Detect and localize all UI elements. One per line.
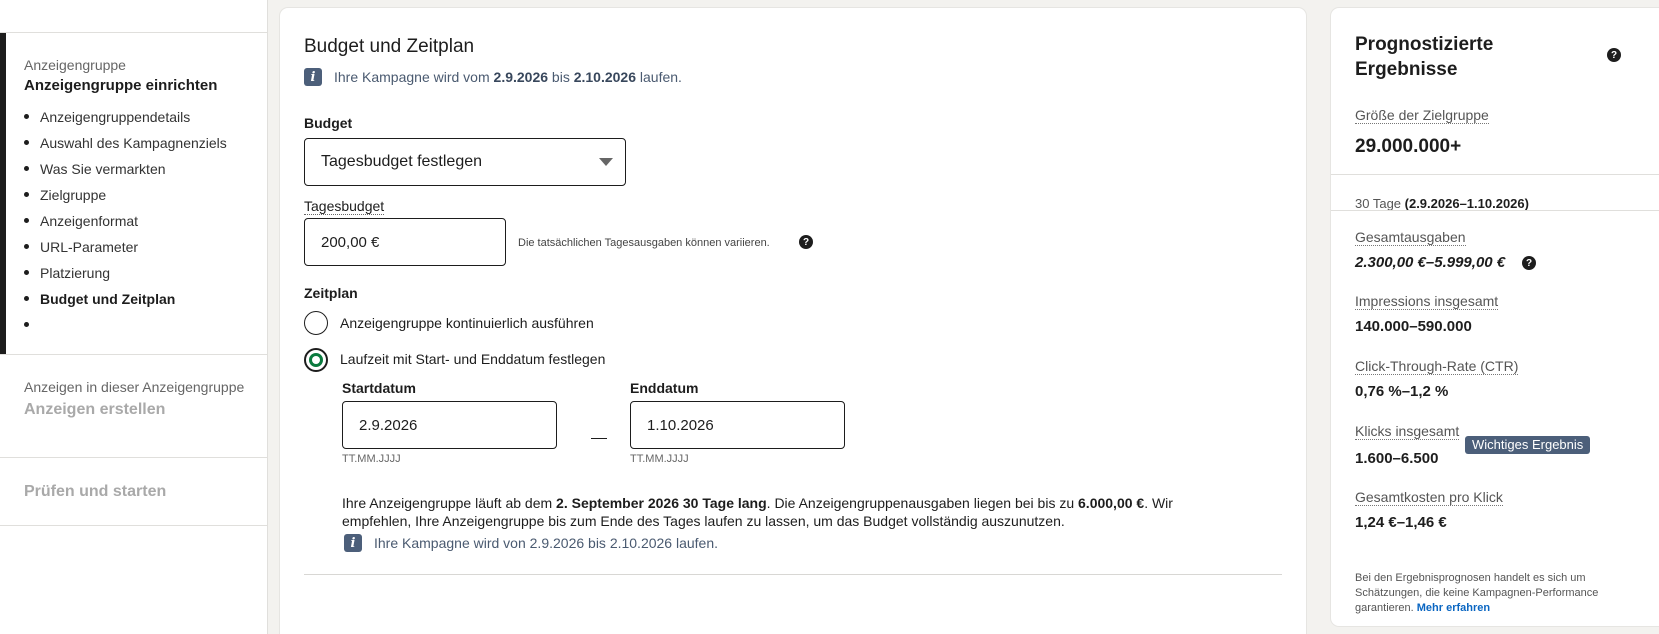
radio-date-range[interactable]	[304, 348, 328, 372]
divider	[1331, 210, 1659, 211]
clicks-value: 1.600–6.500	[1355, 450, 1439, 467]
ctr-label: Click-Through-Rate (CTR)	[1355, 358, 1519, 375]
sidebar-group-ads: Anzeigen in dieser Anzeigengruppe Anzeig…	[0, 354, 268, 457]
sidebar-item-promotion[interactable]: Was Sie vermarkten	[24, 159, 227, 185]
sidebar-item-audience[interactable]: Zielgruppe	[24, 185, 227, 211]
end-date-input[interactable]: 1.10.2026	[630, 401, 845, 449]
budget-label: Budget	[304, 115, 353, 131]
campaign-info-banner: i Ihre Kampagne wird vom 2.9.2026 bis 2.…	[304, 68, 682, 86]
schedule-description: Ihre Anzeigengruppe läuft ab dem 2. Sept…	[342, 495, 1173, 529]
sidebar-group-setup: Anzeigengruppe Anzeigengruppe einrichten…	[0, 32, 268, 355]
sidebar-item-empty	[24, 315, 227, 341]
end-date-label: Enddatum	[630, 380, 699, 396]
divider	[1331, 174, 1659, 175]
sidebar-item-placement[interactable]: Platzierung	[24, 263, 227, 289]
cpc-label: Gesamtkosten pro Klick	[1355, 489, 1503, 506]
campaign-info-text: Ihre Kampagne wird von 2.9.2026 bis 2.10…	[374, 535, 719, 551]
start-date-format: TT.MM.JJJJ	[342, 453, 401, 465]
sidebar-group-title: Prüfen und starten	[24, 483, 167, 500]
forecast-title: Prognostizierte Ergebnisse	[1355, 34, 1494, 80]
sidebar-item-format[interactable]: Anzeigenformat	[24, 211, 227, 237]
section-divider	[304, 574, 1282, 575]
ctr-value: 0,76 %–1,2 %	[1355, 383, 1449, 400]
help-icon[interactable]: ?	[1522, 256, 1536, 270]
start-date-input[interactable]: 2.9.2026	[342, 401, 557, 449]
sidebar-group-eyebrow: Anzeigen in dieser Anzeigengruppe	[24, 379, 245, 395]
info-icon: i	[304, 68, 322, 86]
help-icon[interactable]: ?	[799, 235, 813, 249]
audience-size-label: Größe der Zielgruppe	[1355, 107, 1489, 124]
daily-budget-label: Tagesbudget	[304, 198, 385, 215]
chevron-down-icon	[599, 158, 613, 166]
radio-continuous-label[interactable]: Anzeigengruppe kontinuierlich ausführen	[340, 315, 594, 331]
forecast-disclaimer: Bei den Ergebnisprognosen handelt es sic…	[1355, 572, 1599, 614]
sidebar-group-title[interactable]: Anzeigengruppe einrichten	[24, 77, 217, 94]
total-spend-value: 2.300,00 €–5.999,00 €	[1355, 254, 1506, 271]
sidebar-group-title: Anzeigen erstellen	[24, 401, 166, 418]
info-icon: i	[344, 534, 362, 552]
sidebar-group-eyebrow: Anzeigengruppe	[24, 57, 126, 73]
sidebar-item-budget[interactable]: Budget und Zeitplan	[24, 289, 227, 315]
daily-budget-value: 200,00 €	[321, 233, 380, 251]
start-date-value: 2.9.2026	[359, 416, 418, 434]
daily-budget-input[interactable]: 200,00 €	[304, 218, 506, 266]
end-date-format: TT.MM.JJJJ	[630, 453, 689, 465]
total-spend-label: Gesamtausgaben	[1355, 229, 1466, 246]
sidebar-item-url-params[interactable]: URL-Parameter	[24, 237, 227, 263]
budget-type-value: Tagesbudget festlegen	[321, 153, 483, 170]
page-title: Budget und Zeitplan	[304, 36, 475, 57]
budget-type-select[interactable]: Tagesbudget festlegen	[304, 138, 626, 186]
audience-size-value: 29.000.000+	[1355, 136, 1462, 157]
radio-continuous[interactable]	[304, 311, 328, 335]
end-date-value: 1.10.2026	[647, 416, 714, 434]
radio-date-range-label[interactable]: Laufzeit mit Start- und Enddatum festleg…	[340, 351, 605, 367]
forecast-period: 30 Tage (2.9.2026–1.10.2026)	[1355, 196, 1529, 211]
help-icon[interactable]: ?	[1607, 48, 1621, 62]
sidebar-steps: Anzeigengruppendetails Auswahl des Kampa…	[24, 107, 227, 341]
start-date-label: Startdatum	[342, 380, 416, 396]
date-range-dash	[591, 438, 607, 439]
sidebar-item-details[interactable]: Anzeigengruppendetails	[24, 107, 227, 133]
impressions-label: Impressions insgesamt	[1355, 293, 1499, 310]
campaign-info-text: Ihre Kampagne wird vom 2.9.2026 bis 2.10…	[334, 69, 682, 85]
learn-more-link[interactable]: Mehr erfahren	[1417, 602, 1490, 614]
sidebar-group-review: Prüfen und starten	[0, 457, 268, 526]
key-result-badge: Wichtiges Ergebnis	[1465, 436, 1591, 454]
campaign-info-banner-bottom: i Ihre Kampagne wird von 2.9.2026 bis 2.…	[344, 534, 718, 552]
budget-schedule-card: Budget und Zeitplan i Ihre Kampagne wird…	[280, 8, 1306, 634]
clicks-label: Klicks insgesamt	[1355, 423, 1460, 440]
sidebar: Anzeigengruppe Anzeigengruppe einrichten…	[0, 0, 268, 634]
forecast-panel: Prognostizierte Ergebnisse ? Größe der Z…	[1331, 8, 1659, 626]
schedule-label: Zeitplan	[304, 285, 358, 301]
daily-budget-hint: Die tatsächlichen Tagesausgaben können v…	[518, 237, 770, 249]
cpc-value: 1,24 €–1,46 €	[1355, 514, 1447, 531]
impressions-value: 140.000–590.000	[1355, 318, 1472, 335]
sidebar-item-objective[interactable]: Auswahl des Kampagnenziels	[24, 133, 227, 159]
active-indicator	[0, 33, 6, 355]
